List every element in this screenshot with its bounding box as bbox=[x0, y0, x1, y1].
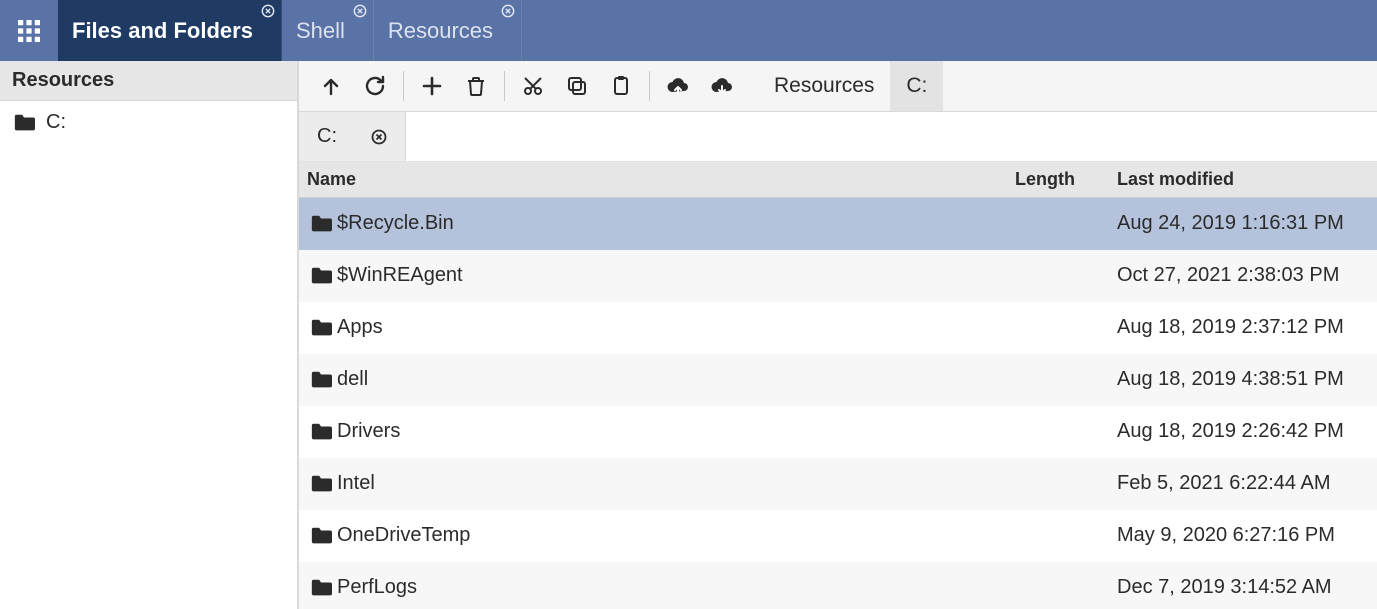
top-tab-label: Resources bbox=[388, 18, 493, 44]
row-name: $Recycle.Bin bbox=[337, 212, 1015, 235]
row-name: PerfLogs bbox=[337, 576, 1015, 599]
row-modified: Aug 18, 2019 2:26:42 PM bbox=[1111, 420, 1377, 443]
top-tab-bar: Files and Folders Shell Resources bbox=[0, 0, 1377, 61]
row-modified: Aug 18, 2019 4:38:51 PM bbox=[1111, 368, 1377, 391]
row-name: dell bbox=[337, 368, 1015, 391]
table-row[interactable]: Drivers Aug 18, 2019 2:26:42 PM bbox=[299, 406, 1377, 458]
copy-button[interactable] bbox=[555, 66, 599, 106]
toolbar: ResourcesC: bbox=[299, 61, 1377, 112]
paste-button[interactable] bbox=[599, 66, 643, 106]
top-tab[interactable]: Resources bbox=[374, 0, 522, 61]
toolbar-separator bbox=[403, 71, 404, 101]
cut-button[interactable] bbox=[511, 66, 555, 106]
toolbar-separator bbox=[504, 71, 505, 101]
apps-grid-button[interactable] bbox=[0, 0, 58, 61]
row-modified: May 9, 2020 6:27:16 PM bbox=[1111, 524, 1377, 547]
folder-icon bbox=[299, 213, 337, 235]
table-row[interactable]: $WinREAgent Oct 27, 2021 2:38:03 PM bbox=[299, 250, 1377, 302]
table-row[interactable]: OneDriveTemp May 9, 2020 6:27:16 PM bbox=[299, 510, 1377, 562]
table-row[interactable]: Apps Aug 18, 2019 2:37:12 PM bbox=[299, 302, 1377, 354]
col-header-length[interactable]: Length bbox=[1015, 169, 1111, 190]
row-modified: Oct 27, 2021 2:38:03 PM bbox=[1111, 264, 1377, 287]
path-tab[interactable]: C: bbox=[299, 112, 406, 160]
tree-item[interactable]: C: bbox=[10, 107, 287, 138]
delete-button[interactable] bbox=[454, 66, 498, 106]
toolbar-separator bbox=[649, 71, 650, 101]
table-row[interactable]: $Recycle.Bin Aug 24, 2019 1:16:31 PM bbox=[299, 198, 1377, 250]
row-modified: Aug 18, 2019 2:37:12 PM bbox=[1111, 316, 1377, 339]
folder-icon bbox=[299, 369, 337, 391]
breadcrumb[interactable]: C: bbox=[890, 61, 943, 111]
folder-icon bbox=[10, 112, 38, 134]
breadcrumb[interactable]: Resources bbox=[758, 61, 890, 111]
row-name: Apps bbox=[337, 316, 1015, 339]
folder-icon bbox=[299, 525, 337, 547]
up-button[interactable] bbox=[309, 66, 353, 106]
folder-icon bbox=[299, 473, 337, 495]
col-header-modified[interactable]: Last modified bbox=[1111, 169, 1377, 190]
row-name: Intel bbox=[337, 472, 1015, 495]
row-modified: Aug 24, 2019 1:16:31 PM bbox=[1111, 212, 1377, 235]
folder-icon bbox=[299, 317, 337, 339]
col-header-name[interactable]: Name bbox=[299, 169, 1015, 190]
upload-button[interactable] bbox=[656, 66, 700, 106]
sidebar: Resources C: bbox=[0, 61, 298, 609]
top-tab-label: Shell bbox=[296, 18, 345, 44]
top-tab[interactable]: Files and Folders bbox=[58, 0, 282, 61]
table-row[interactable]: Intel Feb 5, 2021 6:22:44 AM bbox=[299, 458, 1377, 510]
folder-icon bbox=[299, 577, 337, 599]
close-icon[interactable] bbox=[501, 4, 515, 18]
path-tab-label: C: bbox=[317, 125, 337, 148]
table-header: Name Length Last modified bbox=[299, 162, 1377, 198]
download-button[interactable] bbox=[700, 66, 744, 106]
top-tab[interactable]: Shell bbox=[282, 0, 374, 61]
sidebar-title: Resources bbox=[0, 61, 297, 101]
content-area: ResourcesC: C: Name Length Last modified… bbox=[298, 61, 1377, 609]
close-icon[interactable] bbox=[353, 4, 367, 18]
folder-icon bbox=[299, 265, 337, 287]
folder-icon bbox=[299, 421, 337, 443]
row-name: OneDriveTemp bbox=[337, 524, 1015, 547]
close-icon[interactable] bbox=[371, 129, 387, 145]
row-name: $WinREAgent bbox=[337, 264, 1015, 287]
close-icon[interactable] bbox=[261, 4, 275, 18]
table-row[interactable]: dell Aug 18, 2019 4:38:51 PM bbox=[299, 354, 1377, 406]
tree-item-label: C: bbox=[46, 111, 66, 134]
row-modified: Feb 5, 2021 6:22:44 AM bbox=[1111, 472, 1377, 495]
refresh-button[interactable] bbox=[353, 66, 397, 106]
row-name: Drivers bbox=[337, 420, 1015, 443]
table-row[interactable]: PerfLogs Dec 7, 2019 3:14:52 AM bbox=[299, 562, 1377, 609]
top-tab-label: Files and Folders bbox=[72, 18, 253, 44]
row-modified: Dec 7, 2019 3:14:52 AM bbox=[1111, 576, 1377, 599]
new-button[interactable] bbox=[410, 66, 454, 106]
